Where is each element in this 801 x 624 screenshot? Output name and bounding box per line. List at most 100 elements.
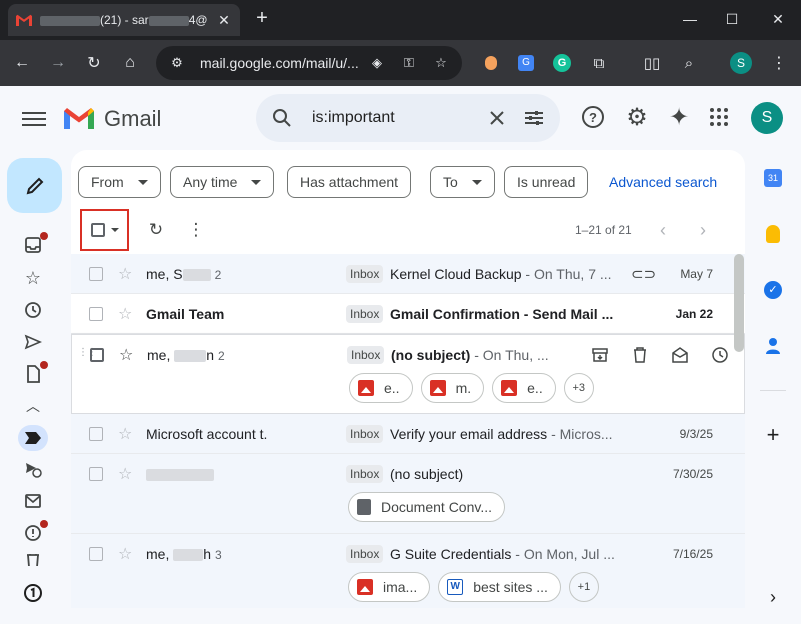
spam-icon[interactable] <box>22 520 48 544</box>
more-attachments-chip[interactable]: +3 <box>563 373 594 403</box>
site-info-icon[interactable]: ⚙ <box>166 55 188 71</box>
delete-icon[interactable] <box>630 345 650 365</box>
filter-any-time-chip[interactable]: Any time <box>170 166 275 198</box>
inbox-label[interactable]: Inbox <box>346 545 384 563</box>
inbox-label[interactable]: Inbox <box>347 346 385 364</box>
search-options-icon[interactable] <box>524 109 544 127</box>
all-mail-icon[interactable] <box>22 490 44 512</box>
select-all-dropdown[interactable] <box>80 209 129 251</box>
email-row-hovered[interactable]: ⋮⋮ ☆ me, n2 Inbox (no subject) - On Thu,… <box>71 334 745 414</box>
reading-mode-icon[interactable]: ▯▯ <box>641 52 663 74</box>
attachment-chip[interactable]: Document Conv... <box>348 492 506 522</box>
row-checkbox[interactable] <box>89 467 103 481</box>
inbox-label[interactable]: Inbox <box>346 265 384 283</box>
calendar-icon[interactable]: 31 <box>762 167 784 189</box>
inbox-label[interactable]: Inbox <box>346 465 384 483</box>
snoozed-clock-icon[interactable] <box>22 299 44 321</box>
filter-has-attachment-chip[interactable]: Has attachment <box>287 166 412 198</box>
select-all-checkbox[interactable] <box>90 223 105 237</box>
attachment-chip[interactable]: e.. <box>492 373 556 403</box>
more-attachments-chip[interactable]: +1 <box>568 572 599 602</box>
home-icon[interactable]: ⌂ <box>114 47 146 79</box>
star-icon[interactable]: ☆ <box>118 304 132 324</box>
settings-gear-icon[interactable]: ⚙ <box>624 104 650 131</box>
minimize-icon[interactable]: — <box>676 8 704 30</box>
filter-from-chip[interactable]: From <box>78 166 161 198</box>
filter-is-unread-chip[interactable]: Is unread <box>504 166 589 198</box>
advanced-search-link[interactable]: Advanced search <box>609 174 717 190</box>
newer-chevron-left-icon[interactable]: ‹ <box>653 220 673 240</box>
back-icon[interactable]: ← <box>6 47 38 79</box>
attachment-chip[interactable]: e.. <box>349 373 413 403</box>
star-icon[interactable]: ☆ <box>118 464 132 484</box>
profile-avatar[interactable]: S <box>730 52 752 74</box>
collapse-chevron-up-icon[interactable]: ︿ <box>22 395 44 417</box>
inbox-label[interactable]: Inbox <box>346 425 384 443</box>
email-row[interactable]: ☆ Gmail Team Inbox Gmail Confirmation - … <box>71 294 745 334</box>
updates-info-icon[interactable] <box>22 582 44 604</box>
attachment-chip[interactable]: m. <box>420 373 485 403</box>
mark-as-read-icon[interactable] <box>670 345 690 365</box>
window-close-icon[interactable]: ✕ <box>764 8 792 30</box>
row-checkbox[interactable] <box>90 348 104 362</box>
sent-icon[interactable] <box>22 331 44 353</box>
star-icon[interactable]: ☆ <box>118 424 132 444</box>
row-checkbox[interactable] <box>89 267 103 281</box>
lens-icon[interactable]: ◈ <box>366 55 388 71</box>
forward-icon[interactable]: → <box>42 47 74 79</box>
mail-list-scrollbar[interactable] <box>734 254 744 352</box>
inbox-icon[interactable] <box>22 232 48 256</box>
search-icon[interactable] <box>272 108 292 128</box>
browser-menu-icon[interactable]: ⋮ <box>768 52 790 74</box>
attachment-chip[interactable]: Wbest sites ... <box>438 572 561 602</box>
expand-panel-chevron-icon[interactable]: › <box>762 586 784 608</box>
row-checkbox[interactable] <box>89 307 103 321</box>
inbox-label[interactable]: Inbox <box>346 305 384 323</box>
bookmark-star-icon[interactable]: ☆ <box>430 55 452 71</box>
extension-fox-icon[interactable] <box>480 52 502 74</box>
google-translate-icon[interactable]: G <box>515 52 537 74</box>
star-icon[interactable]: ☆ <box>119 345 133 365</box>
email-row[interactable]: ☆ me, h3 Inbox G Suite Credentials - On … <box>71 534 745 608</box>
apps-grid-icon[interactable] <box>706 104 732 130</box>
row-checkbox[interactable] <box>89 547 103 561</box>
snooze-clock-icon[interactable] <box>710 345 730 365</box>
select-caret-icon[interactable] <box>110 228 119 232</box>
search-input[interactable]: is:important <box>312 109 488 127</box>
extensions-puzzle-icon[interactable]: ⧉ <box>588 52 610 74</box>
keep-lightbulb-icon[interactable] <box>762 223 784 245</box>
grammarly-icon[interactable]: G <box>551 52 573 74</box>
email-row[interactable]: ☆ Inbox (no subject) 7/30/25 Document Co… <box>71 454 745 534</box>
important-label-icon[interactable] <box>18 425 48 451</box>
compose-button[interactable] <box>7 158 62 213</box>
account-avatar[interactable]: S <box>751 102 783 134</box>
attachment-chip[interactable]: ima... <box>348 572 431 602</box>
email-row[interactable]: ☆ Microsoft account t. Inbox Verify your… <box>71 414 745 454</box>
star-icon[interactable]: ☆ <box>118 264 132 284</box>
tab-search-icon[interactable]: ⌕ <box>678 52 700 74</box>
trash-icon[interactable] <box>22 554 44 566</box>
scheduled-send-icon[interactable] <box>22 458 44 480</box>
search-bar[interactable]: is:important <box>256 94 560 142</box>
archive-icon[interactable] <box>590 345 610 365</box>
reload-icon[interactable]: ↻ <box>78 47 110 79</box>
tasks-icon[interactable]: ✓ <box>762 279 784 301</box>
older-chevron-right-icon[interactable]: › <box>693 220 713 240</box>
star-icon[interactable]: ☆ <box>118 544 132 564</box>
clear-search-icon[interactable] <box>488 109 506 127</box>
refresh-icon[interactable]: ↻ <box>146 220 166 240</box>
starred-icon[interactable]: ☆ <box>22 267 44 289</box>
address-bar[interactable]: ⚙ mail.google.com/mail/u/... ◈ ⚿ ☆ <box>156 46 462 80</box>
get-addons-plus-icon[interactable]: + <box>762 422 784 447</box>
filter-to-chip[interactable]: To <box>430 166 495 198</box>
new-tab-icon[interactable]: + <box>252 8 272 28</box>
main-menu-icon[interactable] <box>22 108 46 128</box>
password-key-icon[interactable]: ⚿ <box>398 55 420 71</box>
email-row[interactable]: ☆ me, S 2 Inbox Kernel Cloud Backup - On … <box>71 254 745 294</box>
browser-tab[interactable]: (21) - sar 4@ ✕ <box>8 4 240 36</box>
help-icon[interactable]: ? <box>580 104 606 130</box>
contacts-icon[interactable] <box>762 335 784 357</box>
row-checkbox[interactable] <box>89 427 103 441</box>
maximize-icon[interactable]: ☐ <box>718 8 746 30</box>
drafts-icon[interactable] <box>22 361 48 385</box>
